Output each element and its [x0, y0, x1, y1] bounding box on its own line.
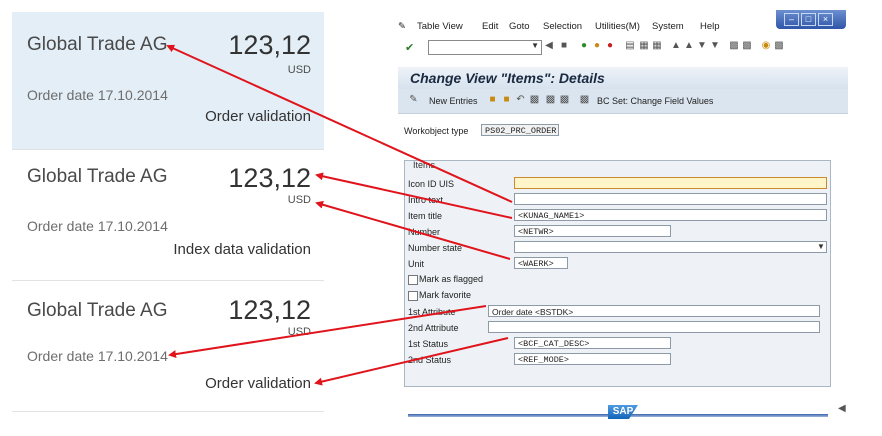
deselect-icon[interactable]: ▩	[559, 94, 570, 105]
undo-icon[interactable]: ↶	[515, 94, 526, 105]
standard-toolbar: ✔ ▼ ◀ ■ ● ● ● ▤ ▦ ▦ ▲ ▲ ▼ ▼ ▩ ▩ ◉ ▩	[398, 37, 848, 57]
attribute-2-label: 2nd Attribute	[408, 323, 459, 333]
mark-favorite-checkbox[interactable]	[408, 291, 418, 301]
number-state-label: Number state	[408, 243, 463, 253]
status-1-label: 1st Status	[408, 339, 449, 349]
delete-icon[interactable]: ▩	[529, 94, 540, 105]
maximize-icon[interactable]: □	[801, 13, 816, 26]
select-all-icon[interactable]: ▩	[545, 94, 556, 105]
menu-help[interactable]: Help	[700, 21, 720, 32]
icon-id-field[interactable]	[514, 177, 827, 189]
attribute-2-field[interactable]	[488, 321, 820, 333]
new-session-icon[interactable]: ▩	[728, 40, 740, 52]
list-item-3[interactable]: Global Trade AG 123,12 USD Order date 17…	[12, 281, 324, 412]
layout-icon[interactable]: ▩	[773, 40, 785, 52]
menu-utilities[interactable]: Utilities(M)	[595, 21, 640, 32]
page-title: Change View "Items": Details	[410, 70, 605, 86]
attribute-1-label: 1st Attribute	[408, 307, 456, 317]
amount-value: 123,12	[228, 295, 311, 325]
workobject-type-field[interactable]: PS02_PRC_ORDER	[481, 124, 559, 136]
status-text: Order validation	[205, 108, 311, 125]
item-title-label: Item title	[408, 211, 443, 221]
order-date: Order date 17.10.2014	[27, 218, 168, 234]
exit-icon[interactable]: ●	[591, 40, 603, 52]
list-item-2[interactable]: Global Trade AG 123,12 USD Order date 17…	[12, 150, 324, 281]
application-toolbar: ✎ New Entries ■ ■ ↶ ▩ ▩ ▩ ▩ BC Set: Chan…	[398, 89, 848, 114]
find-next-icon[interactable]: ▦	[651, 40, 663, 52]
attribute-1-field[interactable]: Order date <BSTDK>	[488, 305, 820, 317]
status-expander-icon[interactable]: ◀	[838, 403, 846, 414]
back-icon[interactable]: ●	[578, 40, 590, 52]
detail-area: Workobject type PS02_PRC_ORDER Items Ico…	[398, 114, 848, 400]
bc-set-button[interactable]: BC Set: Change Field Values	[597, 96, 713, 106]
menu-selection[interactable]: Selection	[543, 21, 582, 32]
customer-name: Global Trade AG	[27, 34, 168, 55]
history-back-icon[interactable]: ◀	[543, 40, 555, 52]
print-icon[interactable]: ▤	[624, 40, 636, 52]
number-state-dropdown[interactable]	[514, 241, 827, 253]
menu-bar: ✎ Table View Edit Goto Selection Utiliti…	[398, 10, 868, 36]
status-1-field[interactable]: <BCF_CAT_DESC>	[514, 337, 671, 349]
help-icon[interactable]: ◉	[760, 40, 772, 52]
list-item-1[interactable]: Global Trade AG 123,12 USD Order date 17…	[12, 12, 324, 150]
menu-goto[interactable]: Goto	[509, 21, 530, 32]
window-controls: – □ ×	[776, 10, 846, 29]
last-page-icon[interactable]: ▼	[709, 40, 721, 52]
number-label: Number	[408, 227, 441, 237]
menu-icon[interactable]: ✎	[398, 21, 406, 32]
sap-gui-window: ✎ Table View Edit Goto Selection Utiliti…	[398, 10, 868, 426]
menu-system[interactable]: System	[652, 21, 684, 32]
amount-value: 123,12	[228, 30, 311, 60]
currency-label: USD	[287, 194, 311, 206]
status-text: Order validation	[205, 375, 311, 392]
bc-set-icon[interactable]: ▩	[579, 94, 590, 105]
new-entries-button[interactable]: New Entries	[429, 96, 478, 106]
cancel-icon[interactable]: ●	[604, 40, 616, 52]
copy-icon[interactable]: ■	[487, 94, 498, 105]
close-icon[interactable]: ×	[818, 13, 833, 26]
shortcut-icon[interactable]: ▩	[741, 40, 753, 52]
chevron-down-icon[interactable]: ▼	[531, 41, 539, 50]
order-date: Order date 17.10.2014	[27, 87, 168, 103]
next-page-icon[interactable]: ▼	[696, 40, 708, 52]
mark-flagged-checkbox[interactable]	[408, 275, 418, 285]
first-page-icon[interactable]: ▲	[670, 40, 682, 52]
pencil-icon[interactable]: ✎	[408, 94, 419, 105]
mark-flagged-label: Mark as flagged	[419, 274, 484, 284]
unit-label: Unit	[408, 259, 425, 269]
status-bar: SAP ◀	[398, 402, 848, 424]
order-date: Order date 17.10.2014	[27, 348, 168, 364]
intro-text-field[interactable]	[514, 193, 827, 205]
menu-table-view[interactable]: Table View	[417, 21, 463, 32]
status-text: Index data validation	[173, 241, 311, 258]
item-title-field[interactable]: <KUNAG_NAME1>	[514, 209, 827, 221]
currency-label: USD	[287, 64, 311, 76]
chevron-down-icon[interactable]: ▼	[817, 242, 825, 251]
status-2-field[interactable]: <REF_MODE>	[514, 353, 671, 365]
number-field[interactable]: <NETWR>	[514, 225, 671, 237]
unit-field[interactable]: <WAERK>	[514, 257, 568, 269]
enter-icon[interactable]: ✔	[405, 41, 414, 54]
find-icon[interactable]: ▦	[638, 40, 650, 52]
save-icon[interactable]: ■	[558, 40, 570, 52]
items-group: Items Icon ID UIS Intro text Item title …	[404, 160, 831, 387]
currency-label: USD	[287, 326, 311, 338]
icon-id-label: Icon ID UIS	[408, 179, 455, 189]
workobject-type-label: Workobject type	[404, 126, 469, 136]
minimize-icon[interactable]: –	[784, 13, 799, 26]
copy-as-icon[interactable]: ■	[501, 94, 512, 105]
group-title: Items	[413, 160, 436, 170]
command-field[interactable]: ▼	[428, 40, 542, 55]
mark-favorite-label: Mark favorite	[419, 290, 472, 300]
previous-page-icon[interactable]: ▲	[683, 40, 695, 52]
intro-text-label: Intro text	[408, 195, 444, 205]
status-2-label: 2nd Status	[408, 355, 452, 365]
menu-edit[interactable]: Edit	[482, 21, 498, 32]
customer-name: Global Trade AG	[27, 300, 168, 321]
title-bar: Change View "Items": Details	[398, 67, 848, 89]
customer-name: Global Trade AG	[27, 166, 168, 187]
amount-value: 123,12	[228, 163, 311, 193]
